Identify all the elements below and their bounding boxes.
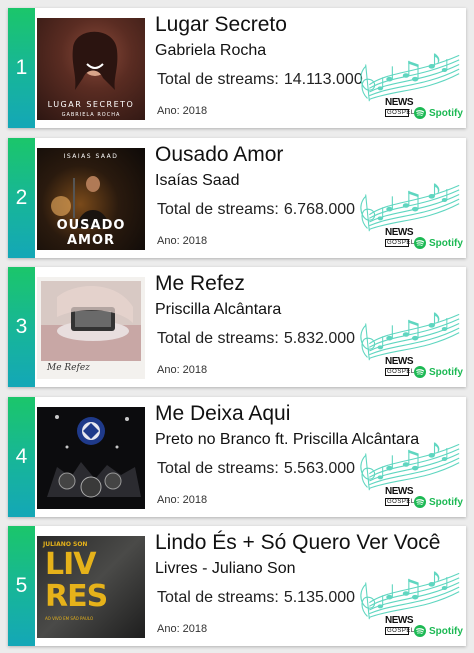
music-notes-icon xyxy=(360,441,460,491)
year-line: Ano: 2018 xyxy=(157,105,207,117)
year-line: Ano: 2018 xyxy=(157,364,207,376)
cover-title-line1: OUSADO xyxy=(56,218,126,233)
spotify-logo: Spotify xyxy=(414,624,463,638)
spotify-icon xyxy=(414,496,426,508)
year-label: Ano: xyxy=(157,494,180,506)
news-gospel-logo: NEWS GOSPEL xyxy=(385,486,415,506)
streams-value: 5.832.000 xyxy=(283,330,356,347)
cover-title: LUGAR SECRETO xyxy=(47,100,135,109)
spotify-logo: Spotify xyxy=(414,495,463,509)
rank-badge: 3 xyxy=(8,267,35,387)
spotify-logo: Spotify xyxy=(414,365,463,379)
year-line: Ano: 2018 xyxy=(157,494,207,506)
song-title: Me Deixa Aqui xyxy=(155,402,291,425)
cover-artist: ISAIAS SAAD xyxy=(63,153,119,160)
song-title: Me Refez xyxy=(155,272,245,295)
song-card-1[interactable]: 1 LUGAR SECRETO GABRIELA ROCHA Lugar Sec… xyxy=(8,8,466,128)
music-notes-icon xyxy=(360,570,460,620)
song-card-4[interactable]: 4 Me Deixa Aqui Preto no Branco ft. Pris… xyxy=(8,397,466,517)
music-notes-icon xyxy=(360,182,460,232)
year-value: 2018 xyxy=(182,623,208,635)
cover-photo xyxy=(47,415,141,498)
song-card-3[interactable]: 3 Me Refez Me Refez Priscilla Alcântara … xyxy=(8,267,466,387)
year-value: 2018 xyxy=(182,105,208,117)
streams-line: Total de streams: 14.113.000 xyxy=(157,71,363,89)
rank-badge: 1 xyxy=(8,8,35,128)
album-cover-livres: JULIANO SON LIV RES AO VIVO EM SÃO PAULO xyxy=(37,536,145,638)
year-value: 2018 xyxy=(182,364,208,376)
streams-value: 5.563.000 xyxy=(283,460,356,477)
streams-value: 5.135.000 xyxy=(283,589,356,606)
song-title: Lindo És + Só Quero Ver Você xyxy=(155,531,441,554)
album-cover-ousado-amor: ISAIAS SAAD OUSADO AMOR xyxy=(37,148,145,250)
music-notes-icon xyxy=(360,52,460,102)
cover-title: Me Refez xyxy=(47,363,90,373)
news-gospel-logo: NEWS GOSPEL xyxy=(385,97,415,117)
streams-line: Total de streams: 5.563.000 xyxy=(157,460,355,478)
spotify-icon xyxy=(414,366,426,378)
streams-label: Total de streams: xyxy=(157,460,279,477)
year-value: 2018 xyxy=(182,235,208,247)
song-artist: Livres - Juliano Son xyxy=(155,560,296,577)
spotify-logo: Spotify xyxy=(414,236,463,250)
year-label: Ano: xyxy=(157,235,180,247)
rank-badge: 5 xyxy=(8,526,35,646)
year-value: 2018 xyxy=(182,494,208,506)
song-title: Lugar Secreto xyxy=(155,13,287,36)
year-line: Ano: 2018 xyxy=(157,623,207,635)
news-gospel-logo: NEWS GOSPEL xyxy=(385,615,415,635)
streams-line: Total de streams: 5.135.000 xyxy=(157,589,355,607)
streams-label: Total de streams: xyxy=(157,71,279,88)
song-card-5[interactable]: 5 JULIANO SON LIV RES AO VIVO EM SÃO PAU… xyxy=(8,526,466,646)
cover-artist: GABRIELA ROCHA xyxy=(61,112,121,118)
music-notes-icon xyxy=(360,311,460,361)
streams-line: Total de streams: 6.768.000 xyxy=(157,201,355,219)
spotify-icon xyxy=(414,237,426,249)
rank-badge: 4 xyxy=(8,397,35,517)
year-line: Ano: 2018 xyxy=(157,235,207,247)
streams-line: Total de streams: 5.832.000 xyxy=(157,330,355,348)
streams-value: 6.768.000 xyxy=(283,201,356,218)
rank-badge: 2 xyxy=(8,138,35,258)
year-label: Ano: xyxy=(157,623,180,635)
year-label: Ano: xyxy=(157,105,180,117)
song-card-2[interactable]: 2 ISAIAS SAAD OUSADO AMOR Ousado Amor Is… xyxy=(8,138,466,258)
news-gospel-logo: NEWS GOSPEL xyxy=(385,227,415,247)
album-cover-me-refez: Me Refez xyxy=(37,277,145,379)
cover-title-line1: LIV xyxy=(45,547,96,582)
album-cover-lugar-secreto: LUGAR SECRETO GABRIELA ROCHA xyxy=(37,18,145,120)
streams-label: Total de streams: xyxy=(157,589,279,606)
song-artist: Isaías Saad xyxy=(155,172,240,189)
cover-subtitle: AO VIVO EM SÃO PAULO xyxy=(45,616,94,621)
spotify-icon xyxy=(414,625,426,637)
streams-label: Total de streams: xyxy=(157,330,279,347)
song-title: Ousado Amor xyxy=(155,143,284,166)
song-artist: Gabriela Rocha xyxy=(155,42,267,59)
album-cover-me-deixa-aqui xyxy=(37,407,145,509)
cover-title-line2: RES xyxy=(45,579,108,614)
cover-title-line2: AMOR xyxy=(66,233,116,248)
news-gospel-logo: NEWS GOSPEL xyxy=(385,356,415,376)
year-label: Ano: xyxy=(157,364,180,376)
streams-label: Total de streams: xyxy=(157,201,279,218)
song-artist: Priscilla Alcântara xyxy=(155,301,282,318)
spotify-logo: Spotify xyxy=(414,106,463,120)
spotify-icon xyxy=(414,107,426,119)
